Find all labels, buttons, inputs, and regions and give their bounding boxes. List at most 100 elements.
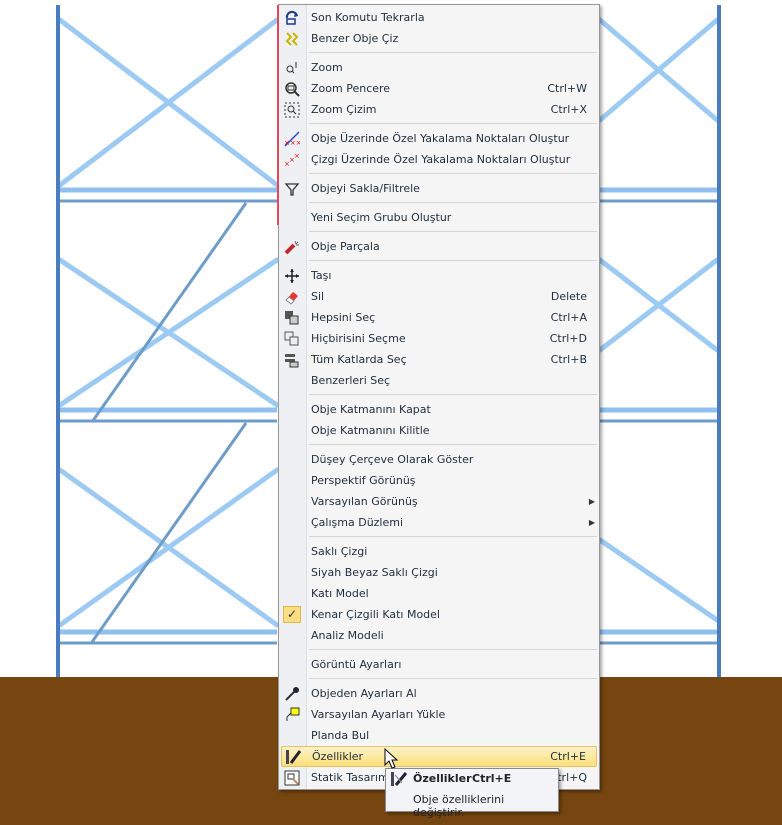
select-all-icon [283,309,301,326]
menu-item-objeyi-sakla-filtrele[interactable]: Objeyi Sakla/Filtrele [281,178,597,199]
explode-icon [283,238,301,255]
menu-item-obje-katmanini-kilitle[interactable]: Obje Katmanını Kilitle [281,420,597,441]
menu-item-label: Zoom [311,61,343,74]
menu-item-siyah-beyaz-sakli-cizgi[interactable]: Siyah Beyaz Saklı Çizgi [281,562,597,583]
draw-similar-icon [283,30,301,47]
menu-separator [279,228,599,236]
static-design-icon [283,769,301,786]
menu-item-planda-bul[interactable]: Planda Bul [281,725,597,746]
menu-item-benzerleri-sec[interactable]: Benzerleri Seç [281,370,597,391]
menu-item-perspektif-gorunus[interactable]: Perspektif Görünüş [281,470,597,491]
menu-item-objeden-ayarlari-al[interactable]: Objeden Ayarları Al [281,683,597,704]
menu-item-label: Saklı Çizgi [311,545,368,558]
menu-item-ozellikler[interactable]: Özellikler Ctrl+E [281,746,597,767]
menu-separator [279,49,599,57]
zoom-icon [283,59,301,76]
menu-item-label: Benzer Obje Çiz [311,32,399,45]
tooltip-description: Obje özelliklerini değiştirir. [413,793,505,819]
menu-item-label: Kenar Çizgili Katı Model [311,608,440,621]
menu-item-dusey-cerceve-olarak-goster[interactable]: Düşey Çerçeve Olarak Göster [281,449,597,470]
menu-item-label: Çizgi Üzerinde Özel Yakalama Noktaları O… [311,153,571,166]
menu-item-analiz-modeli[interactable]: Analiz Modeli [281,625,597,646]
filter-icon [283,180,301,197]
menu-item-label: Katı Model [311,587,369,600]
menu-item-label: Perspektif Görünüş [311,474,416,487]
mouse-cursor-icon [384,748,399,769]
menu-item-zoom[interactable]: Zoom [281,57,597,78]
menu-item-sil[interactable]: Sil Delete [281,286,597,307]
menu-separator [279,646,599,654]
zoom-extents-icon [283,101,301,118]
menu-item-label: Zoom Pencere [311,82,391,95]
eraser-icon [283,288,301,305]
menu-item-yeni-secim-grubu-olustur[interactable]: Yeni Seçim Grubu Oluştur [281,207,597,228]
menu-item-shortcut: Ctrl+W [547,82,587,95]
checkmark-icon: ✓ [283,606,301,623]
menu-item-shortcut: Ctrl+D [549,332,587,345]
menu-item-label: Zoom Çizim [311,103,377,116]
menu-item-kati-model[interactable]: Katı Model [281,583,597,604]
svg-text:×××: ××× [284,139,300,147]
load-defaults-icon [283,706,301,723]
select-none-icon [283,330,301,347]
menu-item-shortcut: Ctrl+E [550,750,586,763]
menu-item-obje-uzerinde-ozel-yakalama-noktalari-olustur[interactable]: ××× Obje Üzerinde Özel Yakalama Noktaları… [281,128,597,149]
menu-item-label: Analiz Modeli [311,629,384,642]
menu-item-label: Hiçbirisini Seçme [311,332,406,345]
menu-item-label: Objeden Ayarları Al [311,687,417,700]
zoom-window-icon [283,80,301,97]
menu-item-goruntu-ayarlari[interactable]: Görüntü Ayarları [281,654,597,675]
menu-item-label: Tüm Katlarda Seç [311,353,407,366]
menu-item-shortcut: Ctrl+B [550,353,587,366]
menu-item-benzer-obje-ciz[interactable]: Benzer Obje Çiz [281,28,597,49]
menu-item-cizgi-uzerinde-ozel-yakalama-noktalari-olustur[interactable]: × × × Çizgi Üzerinde Özel Yakalama Noktalar… [281,149,597,170]
menu-item-label: Obje Üzerinde Özel Yakalama Noktaları Ol… [311,132,570,145]
menu-item-obje-katmanini-kapat[interactable]: Obje Katmanını Kapat [281,399,597,420]
properties-icon [390,771,408,790]
menu-item-label: Taşı [311,269,332,282]
menu-item-label: Yeni Seçim Grubu Oluştur [311,211,452,224]
menu-separator [279,120,599,128]
menu-item-label: Düşey Çerçeve Olarak Göster [311,453,474,466]
menu-item-son-komutu-tekrarla[interactable]: Son Komutu Tekrarla [281,7,597,28]
svg-text:×: × [294,152,300,160]
object-snap-points-icon: ××× [283,130,301,147]
submenu-arrow-icon: ▶ [588,518,595,527]
menu-item-tasi[interactable]: Taşı [281,265,597,286]
menu-item-label: Obje Parçala [311,240,380,253]
select-all-floors-icon [283,351,301,368]
menu-item-label: Benzerleri Seç [311,374,391,387]
menu-item-hepsini-sec[interactable]: Hepsini Seç Ctrl+A [281,307,597,328]
menu-item-label: Obje Katmanını Kapat [311,403,431,416]
menu-item-label: Varsayılan Ayarları Yükle [311,708,446,721]
repeat-command-icon [283,9,301,26]
tooltip: Özellikler Ctrl+E Obje özelliklerini değ… [385,768,559,819]
menu-separator [279,441,599,449]
menu-separator [279,675,599,683]
move-icon [283,267,301,284]
menu-item-varsayilan-gorunus[interactable]: Varsayılan Görünüş ▶ [281,491,597,512]
menu-item-calisma-duzlemi[interactable]: Çalışma Düzlemi ▶ [281,512,597,533]
menu-item-label: Obje Katmanını Kilitle [311,424,430,437]
menu-item-varsayilan-ayarlari-yukle[interactable]: Varsayılan Ayarları Yükle [281,704,597,725]
menu-item-zoom-pencere[interactable]: Zoom Pencere Ctrl+W [281,78,597,99]
menu-item-shortcut: Delete [550,290,587,303]
menu-separator [279,391,599,399]
menu-separator [279,533,599,541]
menu-separator [279,257,599,265]
menu-item-kenar-cizgili-kati-model[interactable]: ✓ Kenar Çizgili Katı Model [281,604,597,625]
menu-item-label: Varsayılan Görünüş [311,495,418,508]
menu-item-shortcut: Ctrl+X [550,103,587,116]
menu-item-label: Çalışma Düzlemi [311,516,404,529]
submenu-arrow-icon: ▶ [588,497,595,506]
context-menu: Son Komutu Tekrarla Benzer Obje Çiz Zoom Zo… [277,4,600,790]
menu-separator [279,199,599,207]
menu-item-label: Son Komutu Tekrarla [311,11,425,24]
tooltip-shortcut: Ctrl+E [472,772,512,785]
menu-item-zoom-cizim[interactable]: Zoom Çizim Ctrl+X [281,99,597,120]
menu-item-tum-katlarda-sec[interactable]: Tüm Katlarda Seç Ctrl+B [281,349,597,370]
menu-item-sakli-cizgi[interactable]: Saklı Çizgi [281,541,597,562]
menu-item-hicbirisini-secme[interactable]: Hiçbirisini Seçme Ctrl+D [281,328,597,349]
menu-item-obje-parcala[interactable]: Obje Parçala [281,236,597,257]
tooltip-title: Özellikler [413,772,472,785]
